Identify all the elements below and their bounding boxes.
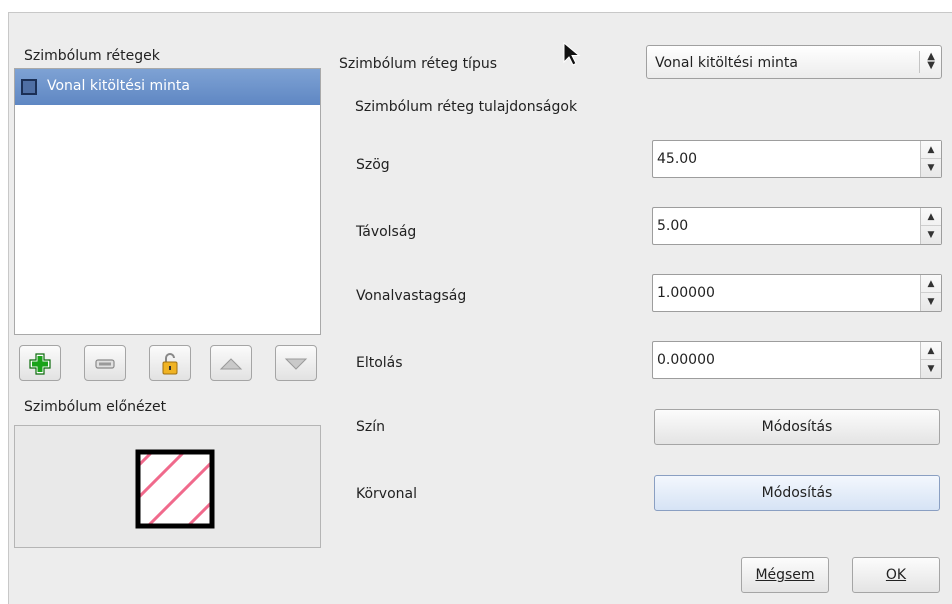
symbol-layer-type-select[interactable]: Vonal kitöltési minta ▲ ▼ bbox=[646, 45, 942, 79]
angle-value: 45.00 bbox=[657, 151, 698, 167]
symbol-preview-title: Szimbólum előnézet bbox=[24, 399, 167, 415]
offset-spinbox[interactable]: 0.00000 ▲ ▼ bbox=[652, 341, 942, 379]
symbol-layers-title: Szimbólum rétegek bbox=[24, 48, 160, 64]
cancel-button[interactable]: Mégsem bbox=[741, 557, 829, 593]
layer-checkbox[interactable] bbox=[21, 79, 37, 95]
ok-button[interactable]: OK bbox=[852, 557, 940, 593]
angle-decrement-icon[interactable]: ▼ bbox=[921, 159, 941, 177]
angle-increment-icon[interactable]: ▲ bbox=[921, 141, 941, 159]
symbol-layer-type-value: Vonal kitöltési minta bbox=[655, 55, 798, 71]
layer-item-label: Vonal kitöltési minta bbox=[47, 78, 190, 94]
lock-layer-button[interactable] bbox=[149, 345, 191, 381]
angle-spinbox[interactable]: 45.00 ▲ ▼ bbox=[652, 140, 942, 178]
distance-stepper[interactable]: ▲ ▼ bbox=[920, 208, 941, 244]
angle-label: Szög bbox=[356, 157, 390, 173]
line-width-decrement-icon[interactable]: ▼ bbox=[921, 293, 941, 311]
distance-spinbox[interactable]: 5.00 ▲ ▼ bbox=[652, 207, 942, 245]
distance-increment-icon[interactable]: ▲ bbox=[921, 208, 941, 226]
lock-icon bbox=[162, 353, 178, 375]
distance-label: Távolság bbox=[356, 224, 417, 240]
move-up-icon bbox=[219, 358, 243, 370]
remove-icon bbox=[95, 359, 115, 369]
layer-list-item[interactable]: Vonal kitöltési minta bbox=[15, 69, 320, 105]
offset-stepper[interactable]: ▲ ▼ bbox=[920, 342, 941, 378]
color-label: Szín bbox=[356, 419, 385, 435]
change-outline-button[interactable]: Módosítás bbox=[654, 475, 940, 511]
distance-decrement-icon[interactable]: ▼ bbox=[921, 226, 941, 244]
hatch-fill-preview-icon bbox=[135, 449, 215, 529]
offset-increment-icon[interactable]: ▲ bbox=[921, 342, 941, 360]
line-width-spinbox[interactable]: 1.00000 ▲ ▼ bbox=[652, 274, 942, 312]
symbol-layer-type-label: Szimbólum réteg típus bbox=[339, 56, 497, 72]
symbol-layers-list[interactable]: Vonal kitöltési minta bbox=[14, 68, 321, 335]
add-layer-button[interactable] bbox=[19, 345, 61, 381]
line-width-stepper[interactable]: ▲ ▼ bbox=[920, 275, 941, 311]
mouse-cursor-icon bbox=[563, 42, 581, 66]
offset-decrement-icon[interactable]: ▼ bbox=[921, 360, 941, 378]
remove-layer-button[interactable] bbox=[84, 345, 126, 381]
symbol-preview bbox=[14, 425, 321, 548]
add-icon bbox=[29, 353, 51, 375]
distance-value: 5.00 bbox=[657, 218, 689, 234]
move-layer-up-button[interactable] bbox=[210, 345, 252, 381]
move-down-icon bbox=[284, 358, 308, 370]
change-color-button[interactable]: Módosítás bbox=[654, 409, 940, 445]
offset-value: 0.00000 bbox=[657, 352, 715, 368]
line-width-value: 1.00000 bbox=[657, 285, 715, 301]
line-width-increment-icon[interactable]: ▲ bbox=[921, 275, 941, 293]
combo-arrows-icon: ▲ ▼ bbox=[927, 51, 935, 71]
combo-separator bbox=[919, 51, 920, 73]
line-width-label: Vonalvastagság bbox=[356, 288, 467, 304]
outline-label: Körvonal bbox=[356, 486, 417, 502]
offset-label: Eltolás bbox=[356, 355, 403, 371]
move-layer-down-button[interactable] bbox=[275, 345, 317, 381]
angle-stepper[interactable]: ▲ ▼ bbox=[920, 141, 941, 177]
symbol-layer-properties-title: Szimbólum réteg tulajdonságok bbox=[355, 99, 578, 115]
